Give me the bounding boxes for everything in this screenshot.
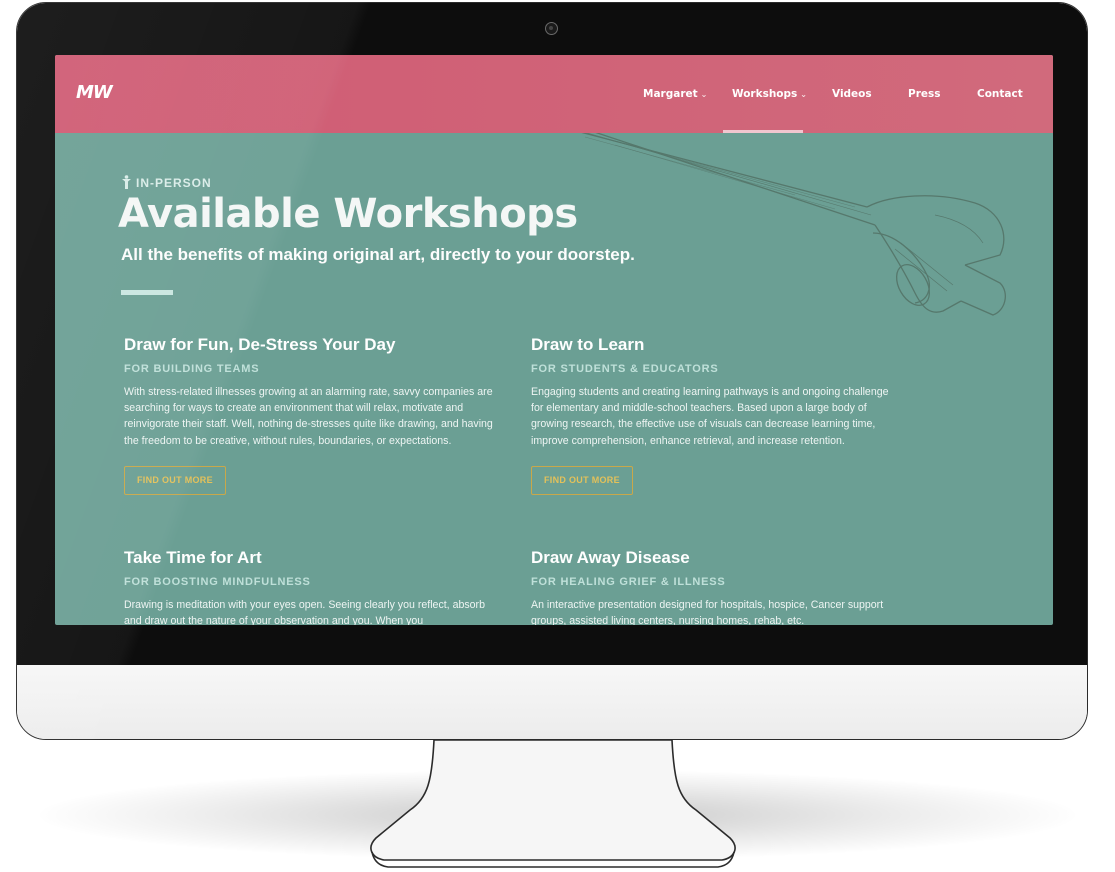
nav-item-label: Press — [908, 88, 941, 100]
nav-item-label: Videos — [832, 88, 872, 100]
title-divider — [121, 290, 173, 295]
chevron-down-icon: ⌄ — [800, 90, 807, 99]
nav-item-margaret[interactable]: Margaret ⌄ — [643, 88, 707, 100]
page-title: Available Workshops — [118, 191, 578, 237]
nav-item-label: Workshops — [732, 88, 798, 100]
workshop-card-take-time-for-art: Take Time for Art FOR BOOSTING MINDFULNE… — [124, 548, 494, 625]
nav-item-label: Margaret — [643, 88, 698, 100]
card-audience-tag: FOR HEALING GRIEF & ILLNESS — [531, 576, 726, 588]
nav-item-label: Contact — [977, 88, 1023, 100]
card-audience-tag: FOR BOOSTING MINDFULNESS — [124, 576, 311, 588]
workshop-card-draw-for-fun: Draw for Fun, De-Stress Your Day FOR BUI… — [124, 335, 494, 495]
nav-item-press[interactable]: Press — [908, 88, 941, 100]
person-icon — [122, 175, 131, 189]
workshop-card-draw-to-learn: Draw to Learn FOR STUDENTS & EDUCATORS E… — [531, 335, 901, 495]
monitor-stand — [370, 740, 736, 868]
card-title: Take Time for Art — [124, 548, 262, 567]
active-nav-indicator — [723, 130, 803, 133]
card-title: Draw to Learn — [531, 335, 645, 354]
workshop-card-draw-away-disease: Draw Away Disease FOR HEALING GRIEF & IL… — [531, 548, 901, 625]
camera-icon — [545, 22, 558, 35]
chevron-down-icon: ⌄ — [700, 90, 708, 99]
page-subtitle: All the benefits of making original art,… — [121, 245, 635, 264]
card-description: With stress-related illnesses growing at… — [124, 386, 493, 447]
wrench-sketch-illustration — [514, 115, 1006, 316]
find-out-more-button[interactable]: FIND OUT MORE — [531, 465, 633, 495]
section-eyebrow: IN-PERSON — [121, 175, 212, 190]
find-out-more-button[interactable]: FIND OUT MORE — [124, 465, 226, 495]
card-audience-tag: FOR BUILDING TEAMS — [124, 363, 260, 375]
monitor-chin — [17, 665, 1087, 739]
eyebrow-label: IN-PERSON — [136, 176, 212, 190]
site-logo[interactable]: MW — [76, 82, 113, 103]
card-description: Engaging students and creating learning … — [531, 386, 889, 447]
card-description: An interactive presentation designed for… — [531, 599, 884, 625]
site-header: MW Margaret ⌄ Workshops ⌄ Videos Press Con… — [55, 55, 1053, 133]
card-title: Draw Away Disease — [531, 548, 690, 567]
nav-item-videos[interactable]: Videos — [832, 88, 872, 100]
card-audience-tag: FOR STUDENTS & EDUCATORS — [531, 363, 719, 375]
website-screen: MW Margaret ⌄ Workshops ⌄ Videos Press Con… — [55, 55, 1053, 625]
nav-item-contact[interactable]: Contact — [977, 88, 1023, 100]
card-title: Draw for Fun, De-Stress Your Day — [124, 335, 396, 354]
nav-item-workshops[interactable]: Workshops ⌄ — [732, 88, 807, 100]
card-description: Drawing is meditation with your eyes ope… — [124, 599, 485, 625]
